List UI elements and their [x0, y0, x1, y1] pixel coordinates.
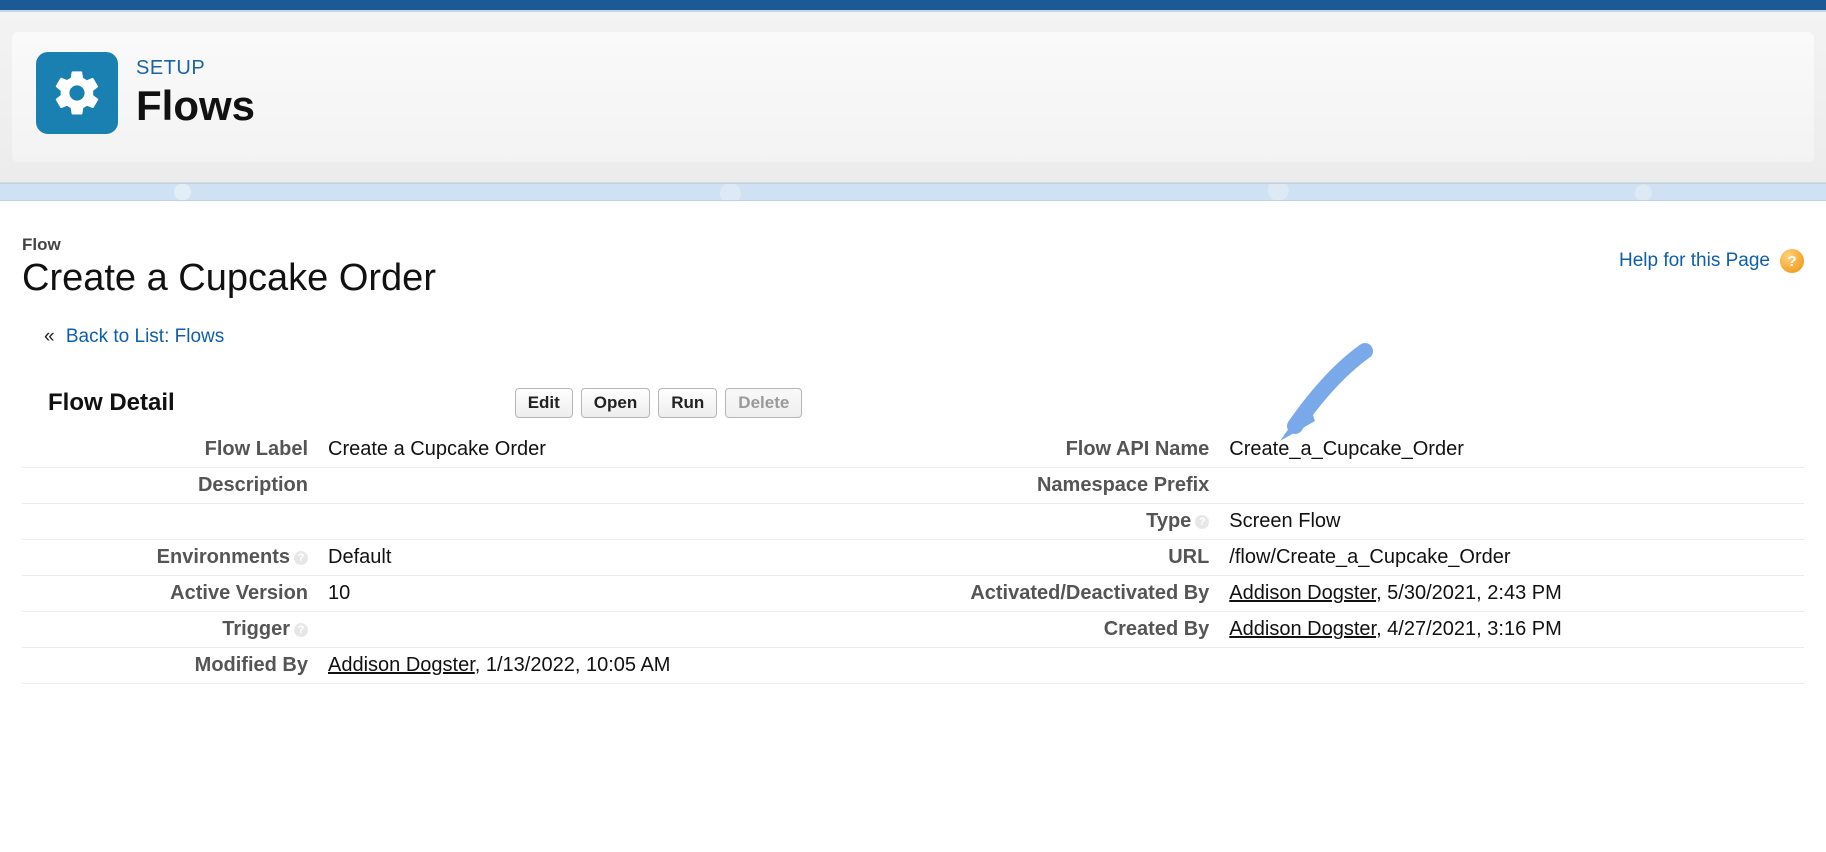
created-by-user-link[interactable]: Addison Dogster — [1229, 618, 1376, 640]
flow-label-val: Create a Cupcake Order — [318, 432, 919, 468]
edit-button[interactable]: Edit — [515, 388, 573, 418]
modified-by-val: Addison Dogster, 1/13/2022, 10:05 AM — [318, 648, 919, 684]
modified-by-lbl: Modified By — [22, 648, 318, 684]
created-by-date: , 4/27/2021, 3:16 PM — [1376, 618, 1562, 640]
table-row: Active Version 10 Activated/Deactivated … — [22, 576, 1804, 612]
section-title: Flow Detail — [48, 389, 175, 417]
activated-by-date: , 5/30/2021, 2:43 PM — [1376, 582, 1562, 604]
flow-detail-table: Flow Label Create a Cupcake Order Flow A… — [22, 432, 1804, 684]
object-type-label: Flow — [22, 235, 436, 255]
url-val: /flow/Create_a_Cupcake_Order — [1219, 540, 1804, 576]
header-text: SETUP Flows — [136, 57, 255, 130]
page-body: Flow Create a Cupcake Order Help for thi… — [0, 201, 1826, 734]
top-bar — [0, 0, 1826, 12]
help-link-text: Help for this Page — [1619, 250, 1770, 272]
wave-divider — [0, 183, 1826, 201]
header-card: SETUP Flows — [12, 32, 1814, 162]
gear-icon — [51, 67, 103, 119]
environments-val: Default — [318, 540, 919, 576]
table-row: Trigger? Created By Addison Dogster, 4/2… — [22, 612, 1804, 648]
activated-by-val: Addison Dogster, 5/30/2021, 2:43 PM — [1219, 576, 1804, 612]
help-dot-icon[interactable]: ? — [1195, 515, 1209, 529]
active-version-val: 10 — [318, 576, 919, 612]
modified-by-date: , 1/13/2022, 10:05 AM — [475, 654, 671, 676]
environments-lbl: Environments? — [22, 540, 318, 576]
header-area: SETUP Flows — [0, 12, 1826, 183]
url-lbl: URL — [919, 540, 1219, 576]
table-row: Type? Screen Flow — [22, 504, 1804, 540]
back-to-list-link[interactable]: Back to List: Flows — [66, 326, 224, 347]
activated-by-lbl: Activated/Deactivated By — [919, 576, 1219, 612]
created-by-lbl: Created By — [919, 612, 1219, 648]
table-row: Description Namespace Prefix — [22, 468, 1804, 504]
active-version-lbl: Active Version — [22, 576, 318, 612]
description-lbl: Description — [22, 468, 318, 504]
activated-by-user-link[interactable]: Addison Dogster — [1229, 582, 1376, 604]
section-header: Flow Detail Edit Open Run Delete — [22, 388, 1804, 424]
flow-label-lbl: Flow Label — [22, 432, 318, 468]
help-dot-icon[interactable]: ? — [294, 551, 308, 565]
header-sup: SETUP — [136, 57, 255, 80]
open-button[interactable]: Open — [581, 388, 650, 418]
table-row: Modified By Addison Dogster, 1/13/2022, … — [22, 648, 1804, 684]
table-row: Environments? Default URL /flow/Create_a… — [22, 540, 1804, 576]
page-title: Create a Cupcake Order — [22, 257, 436, 300]
modified-by-user-link[interactable]: Addison Dogster — [328, 654, 475, 676]
type-lbl: Type? — [919, 504, 1219, 540]
help-for-page-link[interactable]: Help for this Page ? — [1619, 249, 1804, 273]
header-title: Flows — [136, 82, 255, 130]
button-row: Edit Open Run Delete — [515, 388, 1804, 418]
type-val: Screen Flow — [1219, 504, 1804, 540]
run-button[interactable]: Run — [658, 388, 717, 418]
trigger-val — [318, 612, 919, 648]
help-dot-icon[interactable]: ? — [294, 623, 308, 637]
breadcrumb: « Back to List: Flows — [44, 326, 1804, 348]
namespace-prefix-lbl: Namespace Prefix — [919, 468, 1219, 504]
chevron-left-icon: « — [44, 326, 55, 347]
trigger-lbl: Trigger? — [22, 612, 318, 648]
table-row: Flow Label Create a Cupcake Order Flow A… — [22, 432, 1804, 468]
flow-api-name-lbl: Flow API Name — [919, 432, 1219, 468]
created-by-val: Addison Dogster, 4/27/2021, 3:16 PM — [1219, 612, 1804, 648]
description-val — [318, 468, 919, 504]
flow-api-name-val: Create_a_Cupcake_Order — [1219, 432, 1804, 468]
namespace-prefix-val — [1219, 468, 1804, 504]
help-icon: ? — [1780, 249, 1804, 273]
delete-button: Delete — [725, 388, 802, 418]
setup-gear-icon — [36, 52, 118, 134]
